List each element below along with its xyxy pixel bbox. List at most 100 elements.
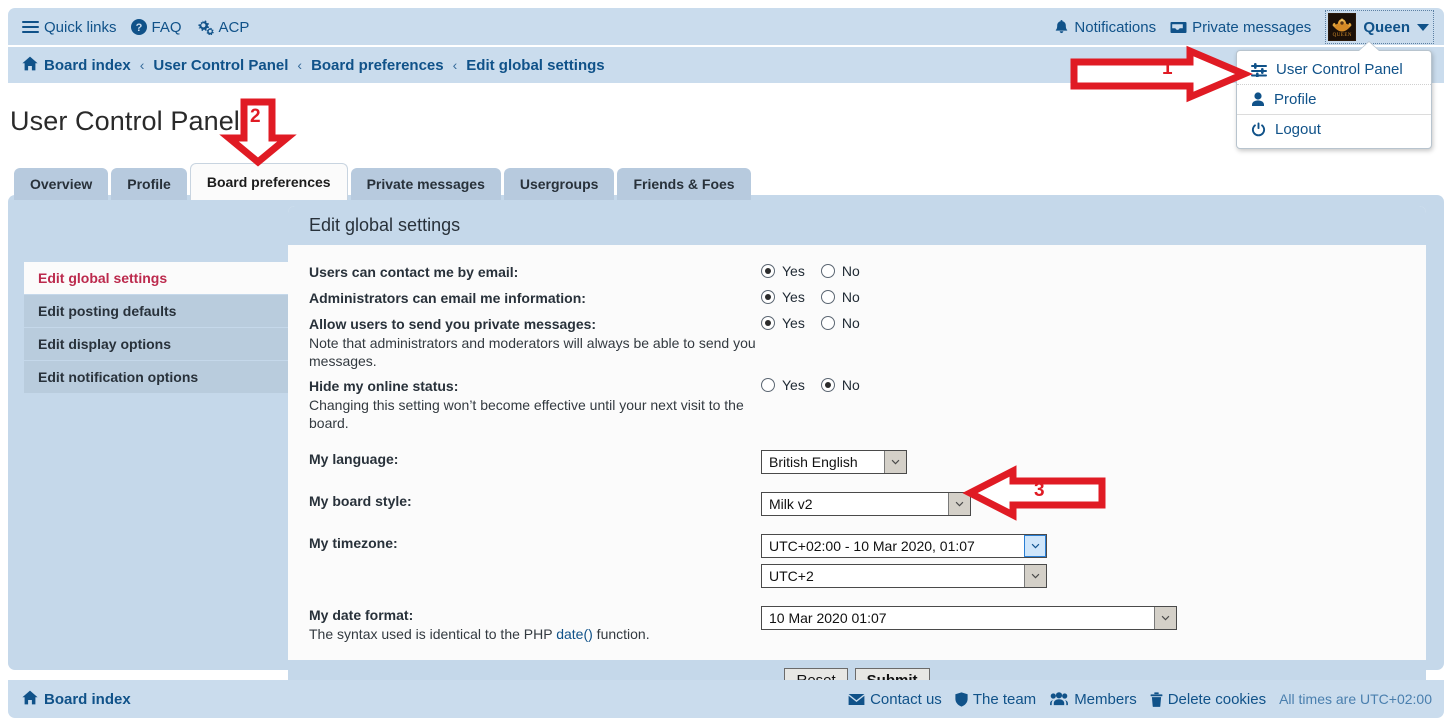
dropdown-item-logout[interactable]: Logout — [1237, 115, 1431, 144]
radio-contact-by-email-yes[interactable]: Yes — [761, 263, 805, 279]
top-nav-right-links: Notifications Private messages QUEEN Que… — [1054, 8, 1434, 46]
radio-label: Yes — [782, 315, 805, 331]
footer-delete-cookies-link[interactable]: Delete cookies — [1150, 691, 1266, 708]
board-style-select-value: Milk v2 — [769, 496, 813, 512]
chevron-down-icon — [1024, 565, 1046, 587]
user-icon — [1251, 92, 1265, 107]
timezone-offset-select-value: UTC+2 — [769, 568, 814, 584]
radio-allow-pm-yes[interactable]: Yes — [761, 315, 805, 331]
sidebar-item-label: Edit notification options — [38, 369, 199, 385]
faq-label: FAQ — [151, 18, 182, 36]
date-format-select-value: 10 Mar 2020 01:07 — [769, 610, 887, 626]
tab-private-messages[interactable]: Private messages — [350, 168, 501, 200]
form-label-title: Allow users to send you private messages… — [309, 316, 597, 332]
sidebar-item-edit-notification-options[interactable]: Edit notification options — [24, 361, 288, 394]
form-row-date-format: My date format: The syntax used is ident… — [288, 602, 1426, 646]
breadcrumb-item-edit-global-settings[interactable]: Edit global settings — [466, 57, 604, 74]
radio-contact-by-email-no[interactable]: No — [820, 263, 860, 279]
private-messages-label: Private messages — [1192, 18, 1312, 36]
radio-dot-icon — [761, 378, 775, 392]
timezone-offset-select[interactable]: UTC+2 — [761, 564, 1047, 588]
radio-hide-online-no[interactable]: No — [820, 377, 860, 393]
radio-admin-email-yes[interactable]: Yes — [761, 289, 805, 305]
page-title: User Control Panel — [10, 106, 240, 136]
dropdown-item-profile[interactable]: Profile — [1237, 85, 1431, 115]
radio-label: No — [841, 377, 860, 393]
breadcrumb-item-board-index[interactable]: Board index — [22, 56, 131, 75]
form-control: 10 Mar 2020 01:07 — [761, 605, 1406, 630]
tab-label: Usergroups — [519, 176, 599, 192]
footer-link-label: Delete cookies — [1167, 690, 1267, 708]
quick-links-button[interactable]: Quick links — [22, 19, 117, 36]
home-icon — [22, 56, 38, 75]
note-prefix: The syntax used is identical to the PHP — [309, 626, 557, 642]
date-format-select[interactable]: 10 Mar 2020 01:07 — [761, 606, 1177, 630]
sidebar-item-label: Edit display options — [38, 336, 172, 352]
form-label: My board style: — [309, 491, 761, 511]
form-control: Yes No — [761, 314, 1406, 331]
avatar-caption: QUEEN — [1332, 33, 1353, 38]
form-label-title: My date format: — [309, 607, 414, 623]
sidebar-item-label: Edit posting defaults — [38, 303, 177, 319]
ucp-tab-bar: Overview Profile Board preferences Priva… — [14, 163, 751, 200]
timezone-select-value: UTC+02:00 - 10 Mar 2020, 01:07 — [769, 538, 975, 554]
footer-bar: Board index Contact us The team Members — [8, 680, 1444, 718]
footer-contact-us-link[interactable]: Contact us — [848, 691, 942, 708]
annotation-arrow-1: 1 — [1070, 45, 1253, 103]
notifications-link[interactable]: Notifications — [1054, 19, 1156, 36]
breadcrumb-item-user-control-panel[interactable]: User Control Panel — [153, 57, 288, 74]
tab-overview[interactable]: Overview — [14, 168, 109, 200]
footer-board-index-link[interactable]: Board index — [22, 690, 131, 709]
sliders-icon — [1251, 62, 1267, 77]
tab-usergroups[interactable]: Usergroups — [503, 168, 615, 200]
dropdown-label: User Control Panel — [1276, 61, 1403, 78]
home-icon — [22, 690, 38, 709]
private-messages-link[interactable]: Private messages — [1170, 19, 1311, 36]
board-style-select[interactable]: Milk v2 — [761, 492, 971, 516]
language-select-value: British English — [769, 454, 858, 470]
radio-dot-icon — [761, 264, 775, 278]
card-heading: Edit global settings — [288, 206, 1426, 245]
quick-links-label: Quick links — [44, 18, 117, 36]
form-row-timezone: My timezone: UTC+02:00 - 10 Mar 2020, 01… — [288, 530, 1426, 591]
faq-link[interactable]: ? FAQ — [130, 18, 182, 36]
breadcrumb-item-board-preferences[interactable]: Board preferences — [311, 57, 444, 74]
inbox-icon — [1170, 20, 1187, 35]
sidebar-item-edit-display-options[interactable]: Edit display options — [24, 328, 288, 361]
settings-card: Edit global settings Users can contact m… — [288, 206, 1426, 702]
radio-label: No — [841, 315, 860, 331]
tab-label: Board preferences — [206, 174, 331, 190]
form-row-language: My language: British English — [288, 446, 1426, 477]
acp-link[interactable]: ACP — [196, 18, 250, 36]
radio-dot-icon — [761, 316, 775, 330]
tab-board-preferences[interactable]: Board preferences — [189, 163, 348, 200]
chevron-down-icon — [1154, 607, 1176, 629]
radio-admin-email-no[interactable]: No — [820, 289, 860, 305]
tab-friends-and-foes[interactable]: Friends & Foes — [617, 168, 751, 200]
acp-label: ACP — [218, 18, 250, 36]
top-navigation-bar: Quick links ? FAQ ACP Notifications Priv… — [8, 8, 1444, 46]
ucp-sidebar: Edit global settings Edit posting defaul… — [24, 262, 288, 394]
avatar: QUEEN — [1328, 13, 1357, 41]
username-label: Queen — [1363, 18, 1410, 36]
sidebar-item-edit-posting-defaults[interactable]: Edit posting defaults — [24, 295, 288, 328]
breadcrumb-label: Board index — [44, 56, 131, 74]
form-control: Yes No — [761, 288, 1406, 305]
dropdown-item-user-control-panel[interactable]: User Control Panel — [1237, 55, 1431, 85]
svg-text:?: ? — [135, 22, 142, 34]
tab-profile[interactable]: Profile — [111, 168, 187, 200]
breadcrumb-separator: ‹ — [452, 57, 458, 73]
footer-the-team-link[interactable]: The team — [955, 691, 1036, 708]
language-select[interactable]: British English — [761, 450, 907, 474]
radio-label: Yes — [782, 377, 805, 393]
timezone-select[interactable]: UTC+02:00 - 10 Mar 2020, 01:07 — [761, 534, 1047, 558]
form-label: My language: — [309, 449, 761, 469]
radio-allow-pm-no[interactable]: No — [820, 315, 860, 331]
breadcrumb-label: User Control Panel — [153, 56, 289, 74]
sidebar-item-edit-global-settings[interactable]: Edit global settings — [24, 262, 288, 295]
radio-hide-online-yes[interactable]: Yes — [761, 377, 805, 393]
form-label-title: Administrators can email me information: — [309, 290, 586, 306]
user-menu-toggle[interactable]: QUEEN Queen — [1325, 10, 1434, 44]
footer-members-link[interactable]: Members — [1049, 691, 1137, 708]
php-date-link[interactable]: date() — [556, 626, 593, 642]
